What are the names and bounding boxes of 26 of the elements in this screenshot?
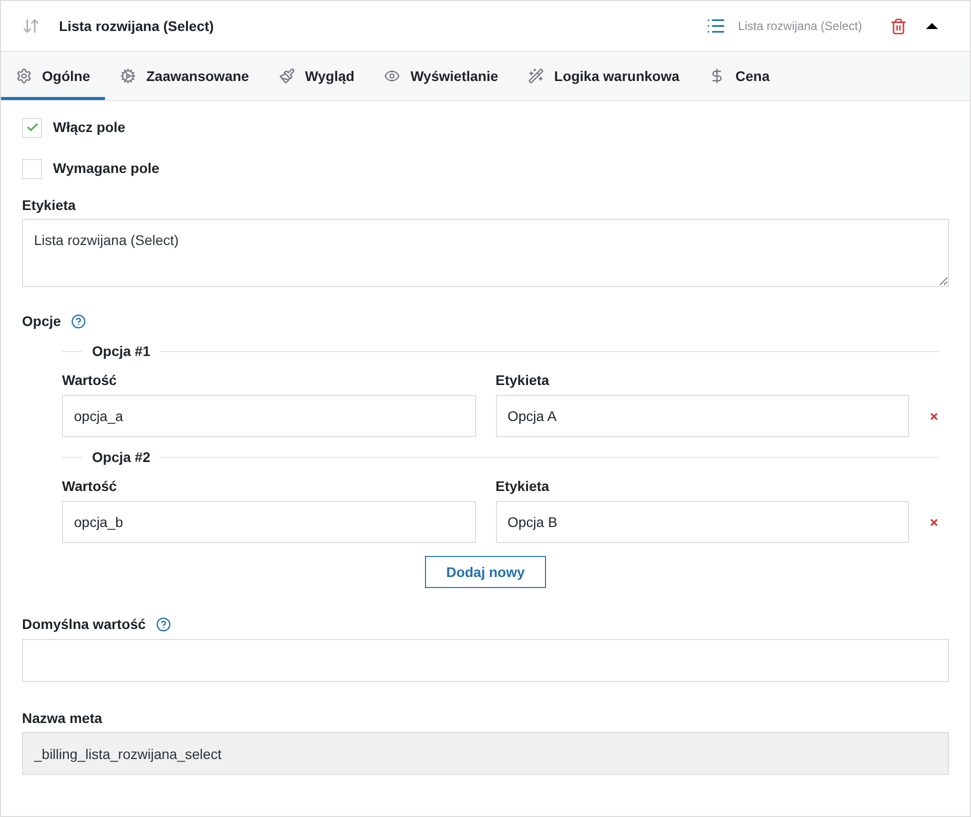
field-label: Wartość	[62, 372, 118, 388]
section-label: Opcje	[22, 313, 61, 329]
tab[interactable]: Ogólne	[1, 52, 106, 100]
tab[interactable]: Logika warunkowa	[513, 52, 694, 100]
field-label: Wartość	[62, 478, 118, 494]
tab[interactable]: Wyświetlanie	[369, 52, 514, 100]
add-new-button[interactable]: Dodaj nowy	[425, 556, 546, 588]
tab[interactable]: Cena	[694, 52, 785, 100]
option-legend: Opcja #1	[92, 341, 150, 362]
option-label-field[interactable]: Opcja B	[496, 501, 909, 543]
field-label: Domyślna wartość	[22, 616, 146, 632]
checkbox-label: Włącz pole	[53, 118, 126, 137]
field-title: Lista rozwijana (Select)	[59, 16, 214, 36]
option-value-field[interactable]: opcja_a	[62, 395, 476, 437]
tab[interactable]: Wygląd	[264, 52, 370, 100]
option-value-field[interactable]: opcja_b	[62, 501, 476, 543]
field-label: Etykieta	[496, 478, 550, 494]
option-label-field[interactable]: Opcja A	[496, 395, 909, 437]
field-type-label: Lista rozwijana (Select)	[738, 18, 862, 35]
label-textarea[interactable]: Lista rozwijana (Select)	[22, 219, 949, 287]
option-legend: Opcja #2	[92, 447, 150, 468]
field-label: Etykieta	[22, 197, 76, 213]
checkbox-label: Wymagane pole	[53, 159, 160, 178]
field-label: Nazwa meta	[22, 710, 102, 726]
field-label: Etykieta	[496, 372, 550, 388]
tab[interactable]: Zaawansowane	[105, 52, 264, 100]
